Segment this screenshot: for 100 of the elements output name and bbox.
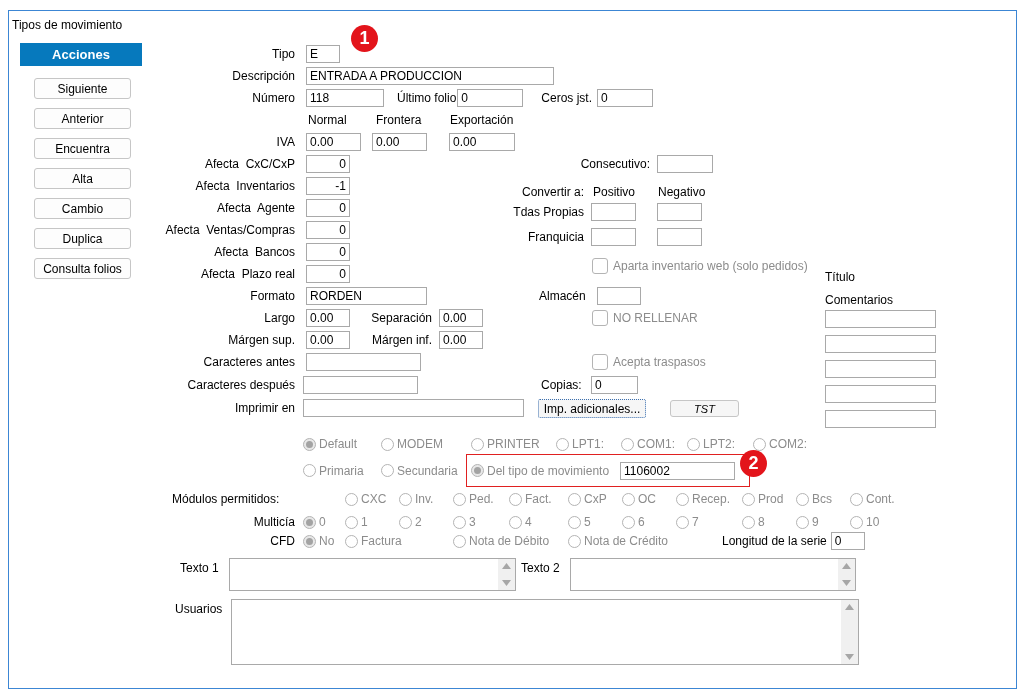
input-field[interactable] xyxy=(825,310,936,328)
radio-button[interactable]: 1 xyxy=(345,513,368,531)
input-field[interactable] xyxy=(306,353,421,371)
radio-button[interactable]: Factura xyxy=(345,532,402,550)
input-field[interactable]: 0.00 xyxy=(439,309,483,327)
radio-button[interactable]: Primaria xyxy=(303,461,381,480)
input-field[interactable]: 118 xyxy=(306,89,384,107)
scroll-down-icon[interactable] xyxy=(842,580,851,586)
radio-button[interactable]: Nota de Crédito xyxy=(568,532,669,550)
radio-button[interactable]: Bcs xyxy=(796,490,832,508)
field-label: Caracteres después xyxy=(186,376,295,394)
radio-button[interactable]: CxP xyxy=(568,490,607,508)
radio-button[interactable]: 6 xyxy=(622,513,645,531)
radio-button[interactable]: Del tipo de movimiento xyxy=(471,461,620,480)
action-button[interactable]: Siguiente xyxy=(34,78,131,99)
input-field[interactable]: 0.00 xyxy=(439,331,483,349)
input-field[interactable] xyxy=(825,410,936,428)
input-field[interactable] xyxy=(657,228,702,246)
radio-button[interactable]: PRINTER xyxy=(471,435,556,453)
scrollbar[interactable] xyxy=(841,600,858,664)
radio-button[interactable]: Default xyxy=(303,435,381,453)
input-field[interactable] xyxy=(591,203,636,221)
input-field[interactable] xyxy=(657,203,702,221)
radio-button[interactable]: 7 xyxy=(676,513,699,531)
input-field[interactable]: 1106002 xyxy=(620,461,735,480)
print-button[interactable]: Imp. adicionales... xyxy=(538,398,646,418)
scroll-down-icon[interactable] xyxy=(845,654,854,660)
input-field[interactable] xyxy=(597,287,641,305)
radio-button[interactable]: 5 xyxy=(568,513,591,531)
radio-button[interactable]: Prod xyxy=(742,490,784,508)
scrollbar[interactable] xyxy=(498,559,515,590)
input-field[interactable]: 0 xyxy=(306,265,350,283)
radio-button[interactable]: Secundaria xyxy=(381,461,466,480)
input-field[interactable] xyxy=(591,228,636,246)
radio-button[interactable]: 4 xyxy=(509,513,532,531)
radio-button[interactable]: Ped. xyxy=(453,490,494,508)
radio-button[interactable]: No xyxy=(303,532,335,550)
input-field[interactable]: 0 xyxy=(591,375,638,394)
input-field[interactable]: 0 xyxy=(306,221,350,239)
radio-button[interactable]: LPT2: xyxy=(687,435,753,453)
text-area[interactable] xyxy=(231,599,859,665)
input-field[interactable]: 0 xyxy=(597,89,654,107)
radio-button[interactable]: 8 xyxy=(742,513,765,531)
scroll-up-icon[interactable] xyxy=(502,563,511,569)
input-field[interactable]: 0.00 xyxy=(306,133,361,151)
scroll-up-icon[interactable] xyxy=(842,563,851,569)
print-button[interactable]: TST xyxy=(670,399,739,417)
input-field[interactable] xyxy=(303,399,524,417)
checkbox[interactable]: Acepta traspasos xyxy=(592,353,706,371)
input-field[interactable]: 0 xyxy=(306,243,350,261)
action-button[interactable]: Encuentra xyxy=(34,138,131,159)
input-field[interactable] xyxy=(825,360,936,378)
action-button[interactable]: Duplica xyxy=(34,228,131,249)
input-field[interactable] xyxy=(657,155,713,173)
radio-button[interactable]: 9 xyxy=(796,513,819,531)
input-field[interactable]: 0 xyxy=(830,532,865,550)
radio-button[interactable]: MODEM xyxy=(381,435,471,453)
checkbox[interactable]: Aparta inventario web (solo pedidos) xyxy=(592,257,808,275)
radio-button[interactable]: 10 xyxy=(850,513,880,531)
input-field[interactable]: 0.00 xyxy=(372,133,427,151)
field-label: Texto 1 xyxy=(179,560,220,577)
field-label: IVA xyxy=(275,134,295,151)
input-field[interactable]: ENTRADA A PRODUCCION xyxy=(306,67,554,85)
field-label: Texto 2 xyxy=(521,560,561,577)
radio-button[interactable]: 2 xyxy=(399,513,422,531)
radio-button[interactable]: Cont. xyxy=(850,490,895,508)
action-button[interactable]: Cambio xyxy=(34,198,131,219)
radio-button[interactable]: Nota de Débito xyxy=(453,532,550,550)
input-field[interactable]: E xyxy=(306,45,340,63)
input-field[interactable]: RORDEN xyxy=(306,287,427,305)
text-area[interactable] xyxy=(570,558,856,591)
radio-button[interactable]: Inv. xyxy=(399,490,434,508)
radio-button[interactable]: LPT1: xyxy=(556,435,621,453)
action-button[interactable]: Anterior xyxy=(34,108,131,129)
input-field[interactable]: 0.00 xyxy=(449,133,515,151)
input-field[interactable]: 0 xyxy=(306,199,350,217)
input-field[interactable] xyxy=(303,375,418,394)
radio-button[interactable]: Recep. xyxy=(676,490,731,508)
input-field[interactable]: 0 xyxy=(306,155,350,173)
text-area[interactable] xyxy=(229,558,516,591)
input-field[interactable] xyxy=(825,335,936,353)
radio-button[interactable]: COM1: xyxy=(621,435,687,453)
input-field[interactable]: 0.00 xyxy=(306,331,350,349)
action-button[interactable]: Consulta folios xyxy=(34,258,131,279)
action-button[interactable]: Alta xyxy=(34,168,131,189)
radio-button[interactable]: OC xyxy=(622,490,656,508)
radio-button[interactable]: Fact. xyxy=(509,490,552,508)
input-field[interactable]: 0.00 xyxy=(306,309,350,327)
scrollbar[interactable] xyxy=(838,559,855,590)
input-field[interactable] xyxy=(825,385,936,403)
checkbox[interactable]: NO RELLENAR xyxy=(592,309,698,327)
input-field[interactable]: 0 xyxy=(457,89,524,107)
input-field[interactable]: -1 xyxy=(306,177,350,195)
scroll-up-icon[interactable] xyxy=(845,604,854,610)
radio-button[interactable]: CXC xyxy=(345,490,387,508)
radio-button[interactable]: 0 xyxy=(303,513,326,531)
scroll-down-icon[interactable] xyxy=(502,580,511,586)
field-label: Frontera xyxy=(376,112,423,129)
radio-button[interactable]: COM2: xyxy=(753,435,807,453)
radio-button[interactable]: 3 xyxy=(453,513,476,531)
